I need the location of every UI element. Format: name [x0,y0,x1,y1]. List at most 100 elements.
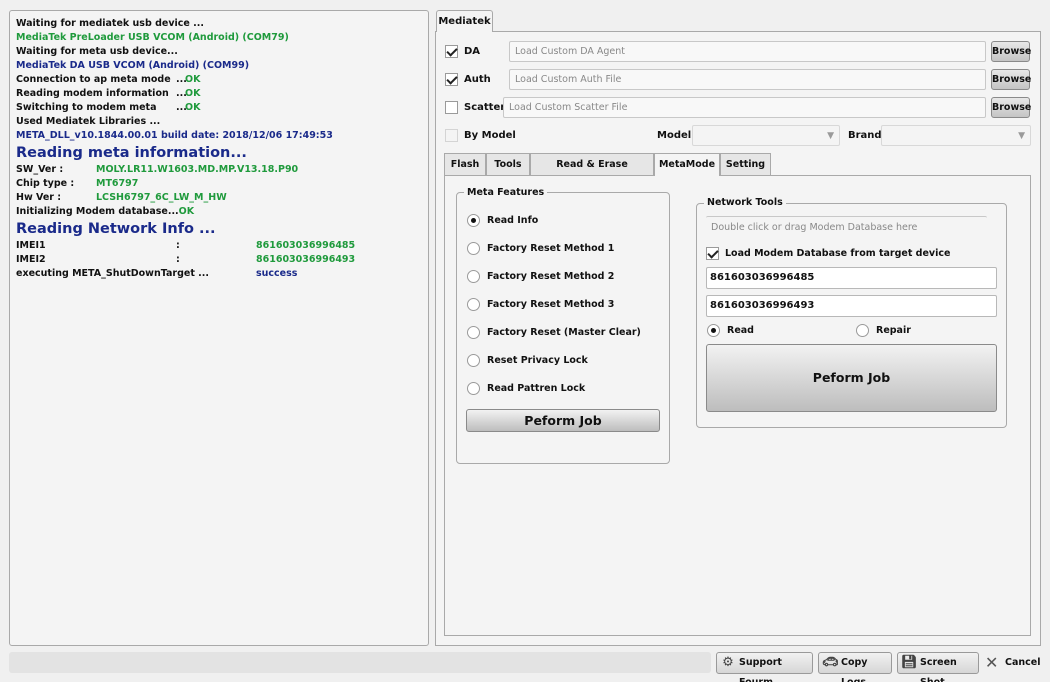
auth-browse-button[interactable]: Browse [991,69,1031,90]
screen-shot-button[interactable]: 💾︎ Screen Shot [897,652,979,682]
log-panel: Waiting for mediatek usb device ... Medi… [9,10,429,646]
radio-factory-reset-3[interactable] [467,298,480,311]
support-forum-label: Support Fourm [739,657,782,682]
log-status: OK [185,88,201,99]
radio-label: Read Info [487,215,539,226]
radio-label: Factory Reset Method 1 [487,243,615,254]
tab-read-erase[interactable]: Read & Erase Operation [530,153,654,191]
log-line: MediaTek PreLoader USB VCOM (Android) (C… [16,32,289,43]
log-heading: Reading Network Info ... [16,221,216,237]
radio-repair[interactable] [856,324,869,337]
log-line: IMEI2: 861603036996493 [16,253,422,267]
chevron-down-icon: ▼ [1018,131,1025,141]
da-browse-button[interactable]: Browse [991,41,1031,62]
copy-logs-button[interactable]: 🚗︎ Copy Logs [818,652,892,682]
log-line: Reading modem information... OK [16,87,422,101]
status-bar [9,652,711,673]
imei1-field[interactable]: 861603036996485 [706,267,997,289]
radio-read-info[interactable] [467,214,480,227]
radio-factory-reset-2[interactable] [467,270,480,283]
log-line: Hw Ver : LCSH6797_6C_LW_M_HW [16,191,422,205]
log-line: IMEI1: 861603036996485 [16,239,422,253]
log-status: success [256,268,298,279]
brand-label: Brand [848,130,882,141]
log-status: OK [178,206,195,217]
meta-perform-job-button[interactable]: Peform Job [466,409,660,432]
log-line: Waiting for meta usb device... [16,46,178,57]
meta-features-title: Meta Features [464,187,548,198]
log-line: Used Mediatek Libraries ... [16,116,161,127]
log-line: SW_Ver : MOLY.LR11.W1603.MD.MP.V13.18.P90 [16,163,422,177]
tab-metamode[interactable]: MetaMode [654,153,720,176]
radio-label: Reset Privacy Lock [487,355,588,366]
cancel-button[interactable]: ✕ Cancel [985,652,1041,674]
log-line: Initializing Modem database...OK [16,205,422,219]
model-select[interactable]: ▼ [692,125,840,146]
log-label: IMEI1 [16,240,46,251]
tab-flash[interactable]: Flash [444,153,486,175]
screen-shot-label: Screen Shot [920,657,957,682]
radio-read[interactable] [707,324,720,337]
log-label: IMEI2 [16,254,46,265]
log-heading: Reading meta information... [16,145,247,161]
log-text: Switching to modem meta [16,102,157,113]
log-text: executing META_ShutDownTarget ... [16,268,209,279]
load-modem-db-label: Load Modem Database from target device [725,248,951,259]
copy-logs-label: Copy Logs [841,657,868,682]
log-label: SW_Ver : [16,164,64,175]
tab-setting[interactable]: Setting [720,153,771,175]
radio-factory-reset-master[interactable] [467,326,480,339]
log-status: OK [185,102,201,113]
scatter-label: Scatter [464,102,506,113]
auth-checkbox[interactable] [445,73,458,86]
log-status: OK [185,74,201,85]
log-line: Chip type : MT6797 [16,177,422,191]
radio-label: Factory Reset (Master Clear) [487,327,641,338]
radio-reset-privacy-lock[interactable] [467,354,480,367]
scatter-browse-button[interactable]: Browse [991,97,1031,118]
imei2-field[interactable]: 861603036996493 [706,295,997,317]
radio-label: Read [727,325,754,336]
log-value: MT6797 [96,178,139,189]
da-label: DA [464,46,481,57]
network-tools-title: Network Tools [704,197,786,208]
cancel-label: Cancel [1005,657,1041,668]
log-line: Waiting for mediatek usb device ... [16,18,204,29]
radio-label: Factory Reset Method 3 [487,299,615,310]
floppy-disk-icon: 💾︎ [901,655,918,670]
da-input[interactable]: Load Custom DA Agent [509,41,986,62]
log-text: Initializing Modem database... [16,206,179,217]
log-colon: : [176,254,180,265]
auth-input[interactable]: Load Custom Auth File [509,69,986,90]
log-line: Connection to ap meta mode... OK [16,73,422,87]
log-label: Chip type : [16,178,75,189]
tab-mediatek[interactable]: Mediatek [436,10,493,32]
radio-label: Repair [876,325,911,336]
load-modem-db-checkbox[interactable] [706,247,719,260]
log-colon: : [176,240,180,251]
support-forum-button[interactable]: ⚙ Support Fourm [716,652,813,682]
by-model-checkbox[interactable] [445,129,458,142]
log-value: MOLY.LR11.W1603.MD.MP.V13.18.P90 [96,164,299,175]
by-model-label: By Model [464,130,516,141]
radio-read-pattern-lock[interactable] [467,382,480,395]
close-icon: ✕ [985,653,999,672]
network-perform-job-button[interactable]: Peform Job [706,344,997,412]
log-line: MediaTek DA USB VCOM (Android) (COM99) [16,60,250,71]
radio-label: Factory Reset Method 2 [487,271,615,282]
scatter-checkbox[interactable] [445,101,458,114]
scatter-input[interactable]: Load Custom Scatter File [503,97,986,118]
log-text: Connection to ap meta mode [16,74,171,85]
tab-tools[interactable]: Tools [486,153,530,175]
auth-label: Auth [464,74,491,85]
log-value: LCSH6797_6C_LW_M_HW [96,192,227,203]
log-value: 861603036996485 [256,240,356,251]
da-checkbox[interactable] [445,45,458,58]
radio-factory-reset-1[interactable] [467,242,480,255]
log-value: 861603036996493 [256,254,356,265]
chevron-down-icon: ▼ [827,131,834,141]
radio-label: Read Pattren Lock [487,383,586,394]
modem-db-dropzone[interactable]: Double click or drag Modem Database here [706,216,987,238]
log-line: META_DLL_v10.1844.00.01 build date: 2018… [16,130,333,141]
brand-select[interactable]: ▼ [881,125,1031,146]
